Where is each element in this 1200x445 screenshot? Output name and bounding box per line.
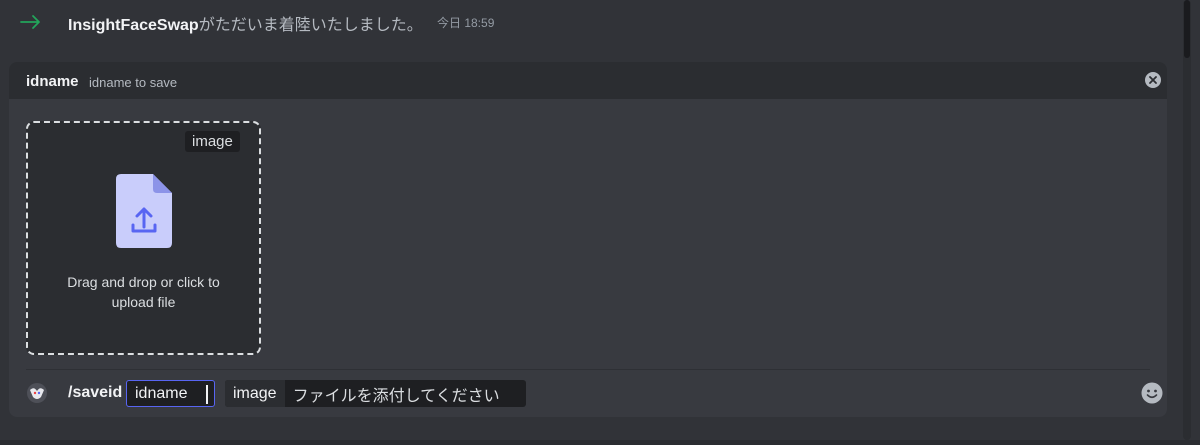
option-pill-label: idname	[135, 384, 188, 402]
bot-avatar-icon[interactable]	[26, 382, 48, 404]
dropzone-instructions: Drag and drop or click to upload file	[28, 272, 259, 312]
scrollbar-track[interactable]	[1183, 0, 1191, 440]
close-icon	[1149, 76, 1157, 84]
file-dropzone[interactable]: image Drag and drop or click to upload f…	[26, 121, 261, 355]
scrollbar-thumb[interactable]	[1184, 0, 1190, 58]
system-message: InsightFaceSwapがただいま着陸いたしました。 今日 18:59	[0, 0, 1180, 44]
system-message-text: がただいま着陸いたしました。	[198, 17, 423, 34]
option-header: idname idname to save	[9, 62, 1167, 99]
dropzone-text-line1: Drag and drop or click to	[67, 274, 220, 290]
option-pill-image[interactable]: image ファイルを添付してください	[225, 380, 526, 407]
bottom-edge	[0, 440, 1200, 445]
message-timestamp: 今日 18:59	[437, 16, 495, 30]
option-pill-label: image	[225, 380, 285, 407]
text-caret	[206, 385, 208, 404]
join-arrow-icon	[20, 15, 40, 29]
file-upload-icon	[116, 174, 172, 248]
option-description: idname to save	[89, 75, 178, 90]
command-name: /saveid	[68, 384, 123, 401]
option-pill-idname[interactable]: idname	[126, 380, 215, 407]
option-name: idname	[26, 73, 79, 90]
system-message-username[interactable]: InsightFaceSwap	[68, 17, 199, 34]
divider	[26, 369, 1150, 370]
option-placeholder: ファイルを添付してください	[292, 387, 500, 405]
emoji-smile-icon[interactable]	[1141, 382, 1163, 404]
dropzone-option-tag: image	[185, 131, 240, 152]
dropzone-text-line2: upload file	[111, 294, 176, 310]
close-button[interactable]	[1145, 72, 1161, 88]
command-composer: idname idname to save image Drag and dro…	[9, 62, 1167, 417]
